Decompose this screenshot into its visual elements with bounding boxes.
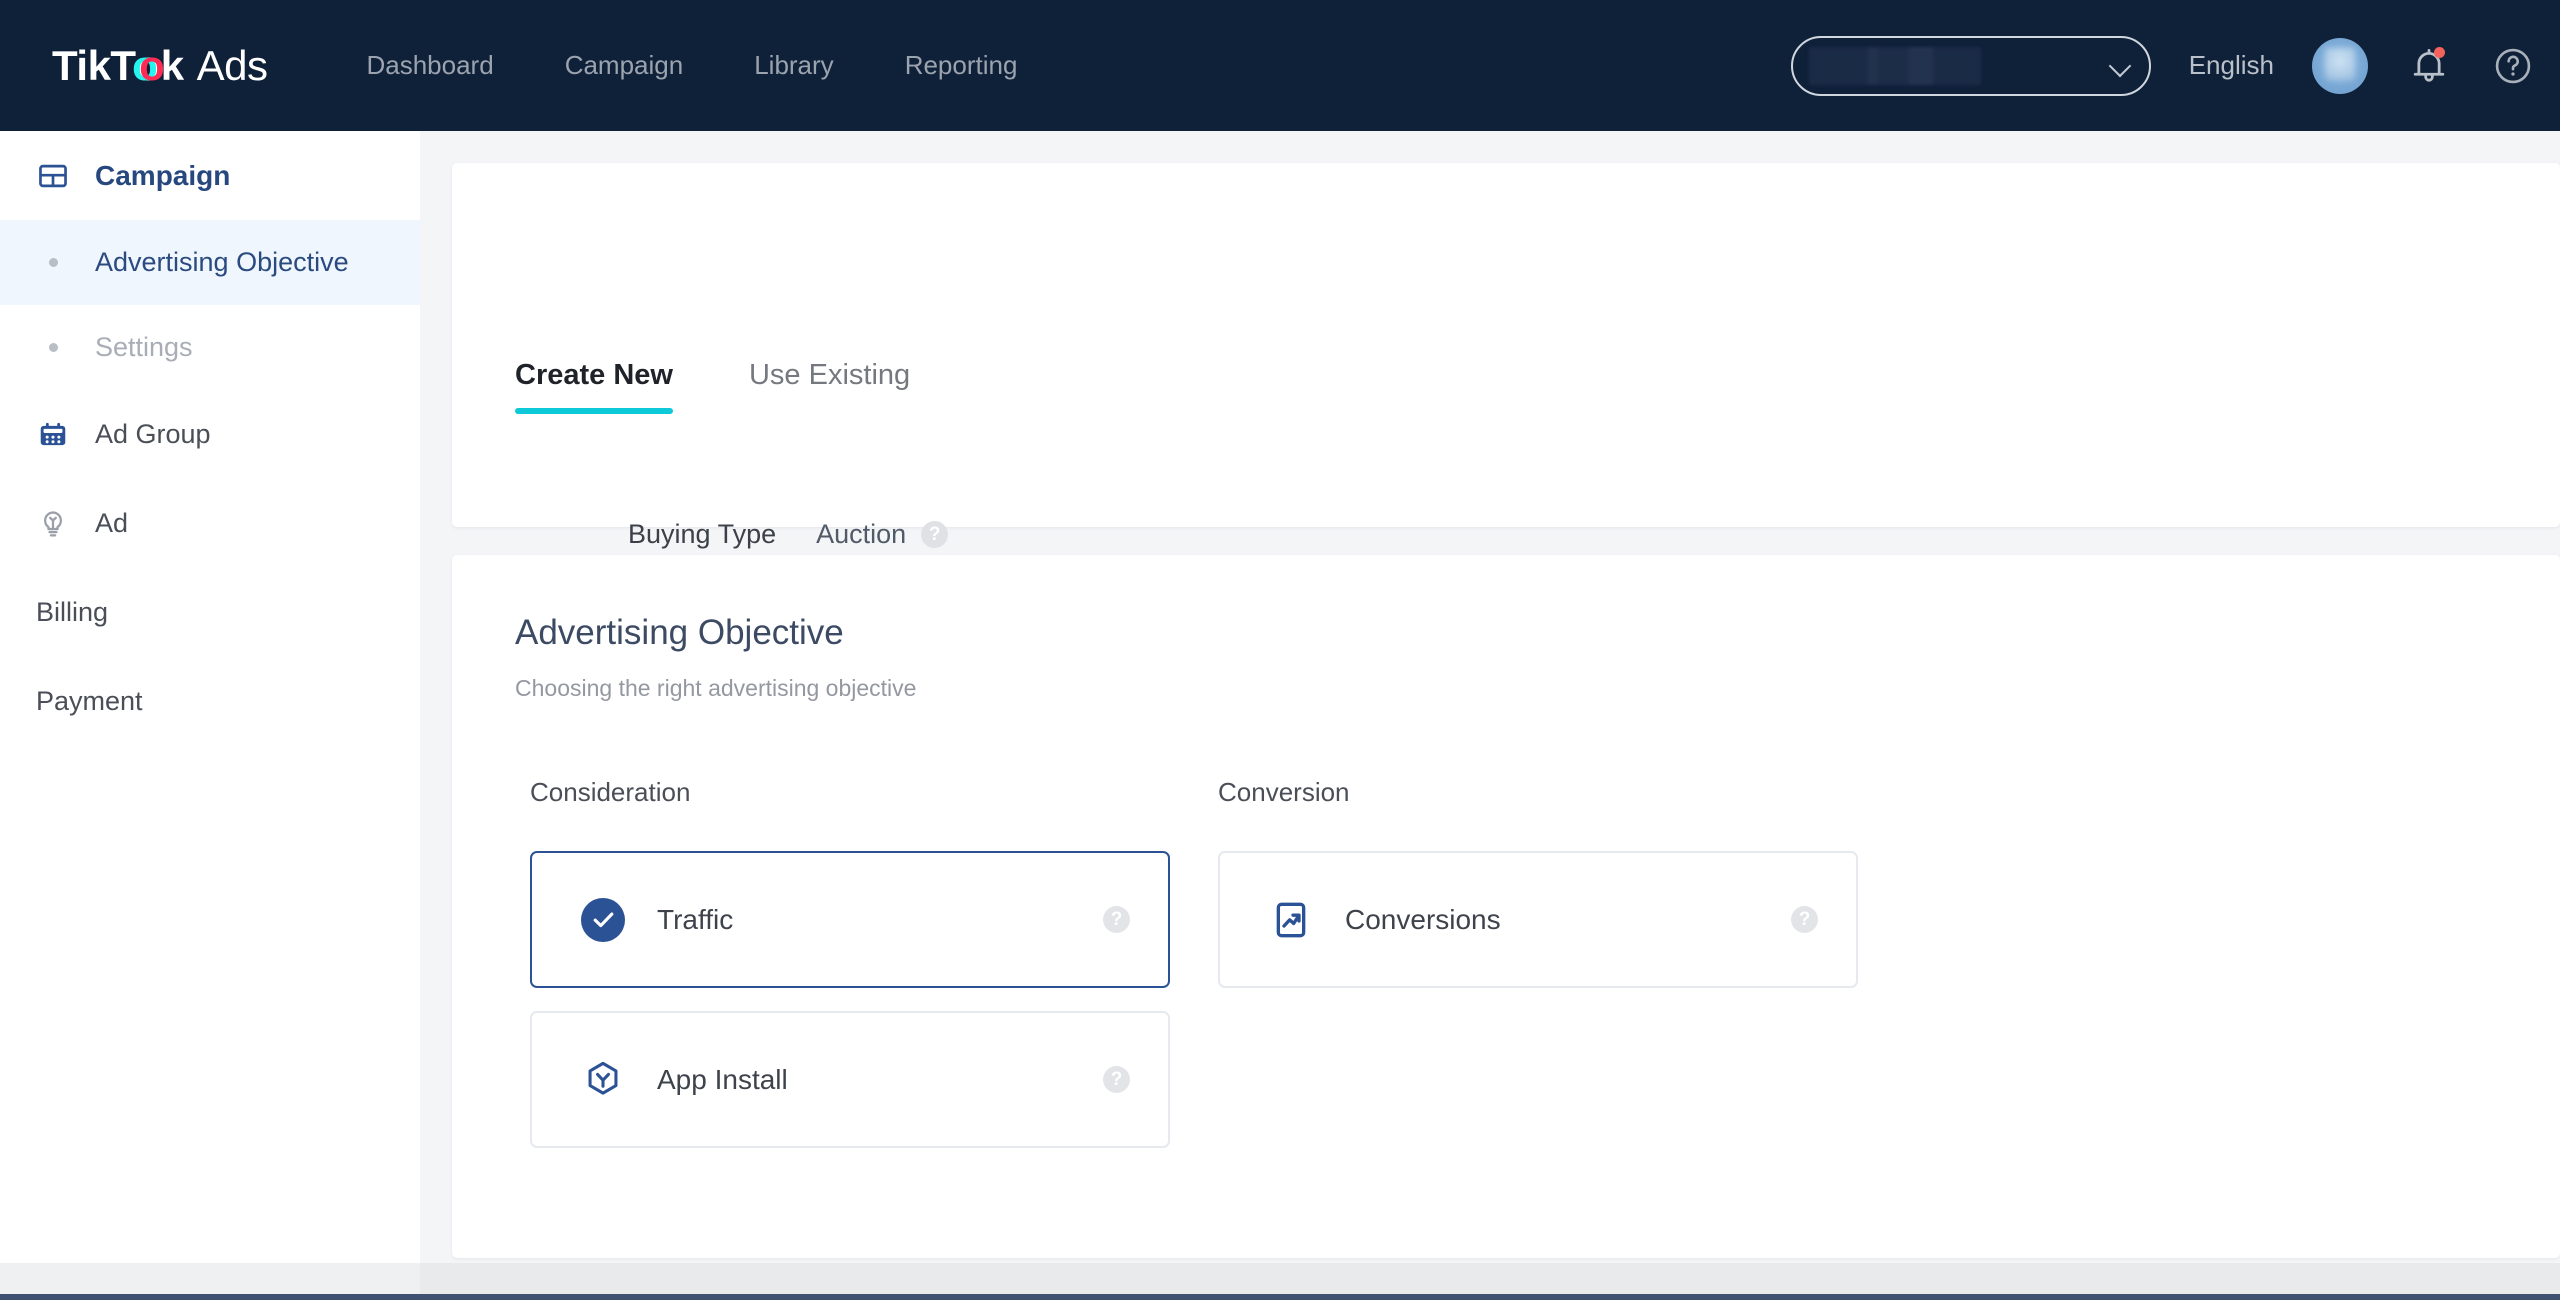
brand-logo[interactable]: TikTok Ads (52, 41, 268, 90)
tab-use-existing[interactable]: Use Existing (749, 359, 910, 414)
sidebar-item-billing[interactable]: Billing (0, 568, 420, 657)
question-circle-icon[interactable]: ? (1103, 1066, 1130, 1093)
objective-column-heading-conversion: Conversion (1218, 777, 1350, 807)
bell-icon[interactable] (2408, 45, 2450, 87)
sidebar-item-label-billing: Billing (36, 597, 109, 627)
objective-card-conversions[interactable]: Conversions ? (1218, 851, 1858, 988)
objective-column-consideration: Consideration Traffic ? App Install ? (530, 777, 1170, 1171)
trending-up-square-icon (1269, 898, 1313, 942)
sidebar-item-ad-group[interactable]: Ad Group (0, 390, 420, 479)
question-circle-icon[interactable]: ? (921, 521, 949, 548)
app-root: TikTok Ads Dashboard Campaign Library Re… (0, 0, 2560, 1300)
brand-logo-tik: TikT (52, 41, 136, 89)
sidebar-item-label-ad: Ad (95, 508, 129, 538)
sidebar-item-settings[interactable]: Settings (0, 305, 420, 390)
account-selector[interactable] (1790, 35, 2151, 96)
check-circle-icon (581, 897, 625, 942)
page-title: Advertising Objective (515, 613, 844, 652)
campaign-mode-tabs: Create New Use Existing (515, 359, 986, 414)
sidebar-item-payment[interactable]: Payment (0, 657, 420, 746)
avatar[interactable] (2312, 37, 2368, 94)
account-name-redacted (1808, 46, 1981, 85)
question-circle-icon[interactable]: ? (1103, 906, 1130, 933)
tab-create-new[interactable]: Create New (515, 359, 673, 414)
bullet-dot-icon (36, 343, 70, 352)
objective-card-label-traffic: Traffic (657, 903, 734, 935)
nav-link-library[interactable]: Library (754, 42, 833, 89)
buying-type-value: Auction (816, 519, 907, 549)
sidebar-item-campaign[interactable]: Campaign (0, 131, 420, 220)
buying-type-row: Buying Type Auction ? (628, 519, 949, 550)
top-navigation-bar: TikTok Ads Dashboard Campaign Library Re… (0, 0, 2560, 131)
brand-logo-tiktok: TikTok (52, 42, 184, 90)
footer-strip-left (0, 1263, 420, 1294)
nav-right-cluster: English (1790, 0, 2534, 131)
brand-logo-chromatic-o: o (132, 42, 164, 90)
primary-navigation: Dashboard Campaign Library Reporting (366, 42, 1017, 89)
sidebar-item-label-settings: Settings (95, 332, 193, 362)
objective-card-label-app-install: App Install (657, 1063, 788, 1095)
bullet-dot-icon (36, 258, 70, 267)
objective-card-label-conversions: Conversions (1345, 903, 1501, 935)
objective-card-app-install[interactable]: App Install ? (530, 1011, 1170, 1148)
main-content: Create New Use Existing Buying Type Auct… (420, 131, 2560, 1263)
sidebar-item-label-payment: Payment (36, 686, 143, 716)
notification-dot (2434, 46, 2445, 58)
sidebar: Campaign Advertising Objective Settings (0, 131, 420, 1263)
layout-panel-icon (36, 159, 70, 193)
language-selector[interactable]: English (2189, 50, 2274, 81)
question-circle-icon[interactable] (2492, 45, 2534, 87)
lightbulb-icon (36, 507, 70, 541)
sidebar-item-advertising-objective[interactable]: Advertising Objective (0, 220, 420, 305)
objective-column-heading-consideration: Consideration (530, 777, 691, 807)
objective-column-conversion: Conversion Conversions ? (1218, 777, 1858, 1011)
campaign-mode-panel: Create New Use Existing Buying Type Auct… (452, 163, 2560, 549)
sidebar-item-ad[interactable]: Ad (0, 479, 420, 568)
buying-type-label: Buying Type (628, 519, 777, 549)
brand-logo-ads: Ads (196, 41, 268, 89)
sidebar-item-label-ad-group: Ad Group (95, 419, 211, 449)
hexagon-app-install-icon (581, 1058, 625, 1102)
calendar-icon (36, 418, 70, 452)
window-bottom-edge (0, 1294, 2560, 1300)
advertising-objective-panel: Advertising Objective Choosing the right… (452, 555, 2560, 1258)
chevron-down-icon (2109, 55, 2131, 77)
sidebar-item-label-advertising-objective: Advertising Objective (95, 247, 349, 277)
objective-card-traffic[interactable]: Traffic ? (530, 851, 1170, 988)
page-subtitle: Choosing the right advertising objective (515, 675, 917, 701)
question-circle-icon[interactable]: ? (1791, 906, 1818, 933)
nav-link-dashboard[interactable]: Dashboard (366, 42, 493, 89)
sidebar-item-label-campaign: Campaign (95, 159, 231, 191)
nav-link-reporting[interactable]: Reporting (905, 42, 1018, 89)
nav-link-campaign[interactable]: Campaign (565, 42, 684, 89)
